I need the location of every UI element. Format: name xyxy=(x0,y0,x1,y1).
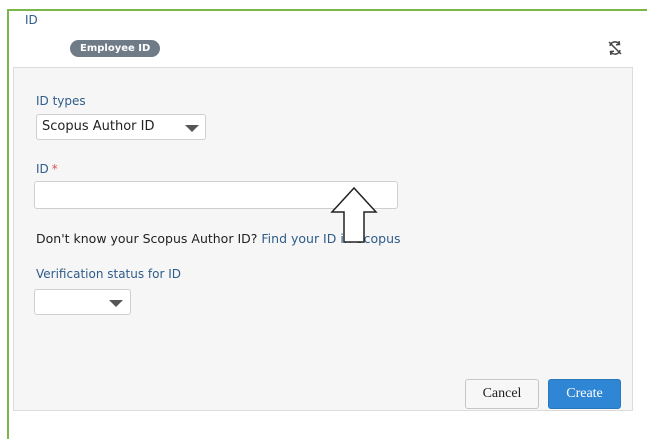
id-field-label: ID * xyxy=(36,162,58,176)
required-marker: * xyxy=(51,162,58,176)
employee-id-badge[interactable]: Employee ID xyxy=(70,40,161,57)
create-button[interactable]: Create xyxy=(548,379,621,409)
id-types-value: Scopus Author ID xyxy=(42,119,155,134)
up-arrow-icon xyxy=(330,186,378,243)
help-question: Don't know your Scopus Author ID? xyxy=(36,231,258,246)
section-title: ID xyxy=(25,13,38,27)
sync-disabled-icon[interactable] xyxy=(607,40,623,56)
chevron-down-icon xyxy=(185,125,199,132)
id-types-label: ID types xyxy=(36,94,86,108)
cancel-button[interactable]: Cancel xyxy=(465,379,539,409)
id-types-select[interactable]: Scopus Author ID xyxy=(36,114,206,140)
verification-status-label: Verification status for ID xyxy=(36,267,182,281)
chevron-down-icon xyxy=(109,300,123,307)
id-label-text: ID xyxy=(36,162,49,176)
verification-status-select[interactable] xyxy=(34,289,131,315)
id-form-panel: ID types Scopus Author ID ID * Don't know… xyxy=(13,67,633,411)
